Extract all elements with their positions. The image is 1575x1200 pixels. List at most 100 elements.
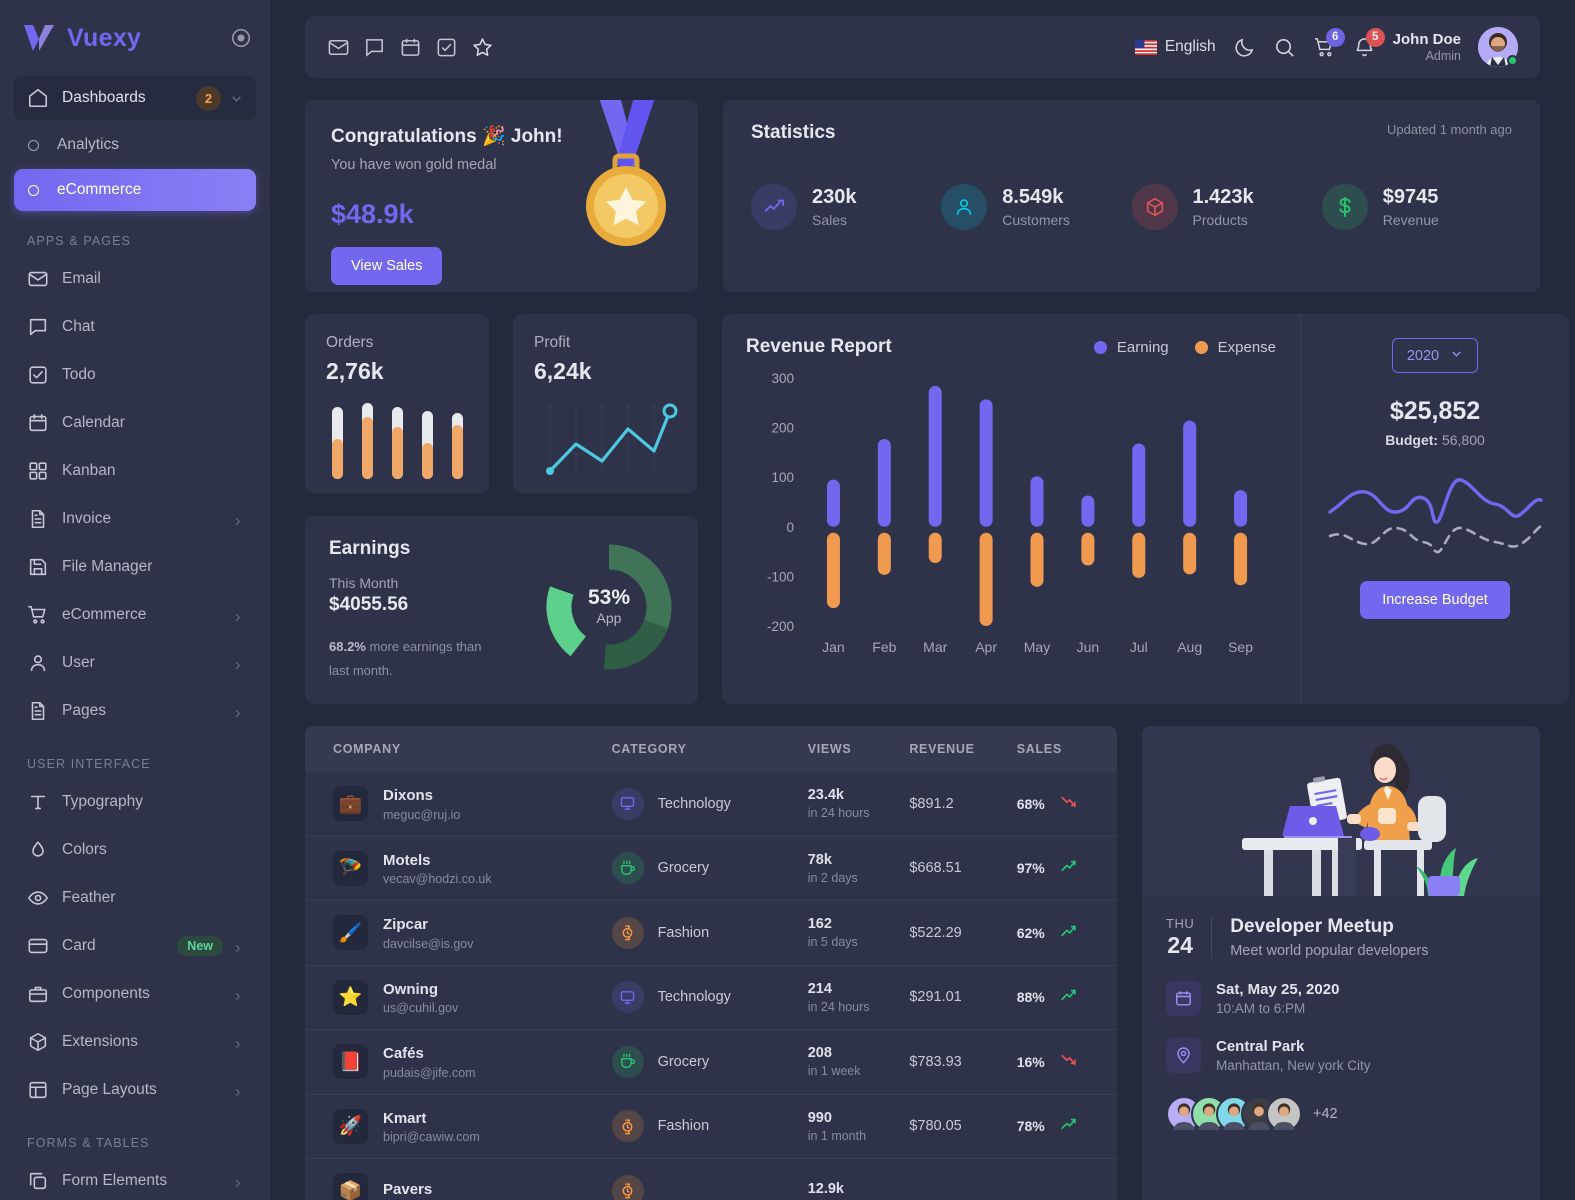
copy-icon bbox=[27, 1170, 49, 1192]
year-select[interactable]: 2020 bbox=[1391, 338, 1479, 373]
views-value: 78k bbox=[807, 851, 832, 868]
views-value: 23.4k bbox=[807, 787, 844, 804]
statistics-items: 230k Sales 8.549k Customers 1.423k Products $9… bbox=[751, 184, 1512, 230]
coffee-icon bbox=[611, 1045, 644, 1078]
bell-badge: 5 bbox=[1365, 27, 1385, 47]
moon-icon[interactable] bbox=[1233, 36, 1256, 59]
chevron-right-icon bbox=[232, 941, 243, 952]
sidebar-item-card[interactable]: Card New bbox=[14, 924, 256, 968]
sidebar-item-label: Page Layouts bbox=[62, 1081, 157, 1098]
sidebar-item-invoice[interactable]: Invoice bbox=[14, 497, 256, 541]
sidebar-label-dashboards: Dashboards bbox=[62, 89, 146, 106]
app-root: Vuexy Dashboards 2 Analytics eCommerce A… bbox=[0, 0, 1575, 1200]
table-row[interactable]: 🚀 Kmart bipri@cawiw.com Fashion 990 in 1 mont… bbox=[305, 1094, 1117, 1159]
earnings-title: Earnings bbox=[329, 538, 411, 559]
mini-cards: Orders 2,76k Profit 6,24k bbox=[305, 314, 698, 493]
stat-value: 230k bbox=[812, 186, 857, 208]
increase-budget-button[interactable]: Increase Budget bbox=[1360, 581, 1510, 619]
sidebar-item-ecommerce[interactable]: eCommerce bbox=[14, 593, 256, 637]
table-row[interactable]: 🖌️ Zipcar davcilse@is.gov Fashion 162 in 5 da… bbox=[305, 900, 1117, 966]
grid-icon bbox=[27, 460, 49, 482]
sidebar-subitem-analytics[interactable]: Analytics bbox=[14, 124, 256, 166]
chevron-right-icon bbox=[232, 706, 243, 717]
sidebar-item-user[interactable]: User bbox=[14, 641, 256, 685]
company-name: Cafés bbox=[383, 1045, 424, 1062]
sidebar-item-page-layouts[interactable]: Page Layouts bbox=[14, 1068, 256, 1112]
sidebar-item-typography[interactable]: Typography bbox=[14, 780, 256, 824]
budget-label: Budget: bbox=[1385, 432, 1439, 448]
watch-icon bbox=[611, 1174, 644, 1200]
gold-medal-icon bbox=[566, 100, 686, 274]
table-row[interactable]: 📕 Cafés pudais@jife.com Grocery 208 in 1 week… bbox=[305, 1029, 1117, 1095]
meetup-date-line1: Sat, May 25, 2020 bbox=[1216, 981, 1340, 998]
circle-target-icon[interactable] bbox=[230, 27, 252, 49]
sidebar-item-colors[interactable]: Colors bbox=[14, 828, 256, 872]
sidebar-subitem-label: Analytics bbox=[57, 136, 120, 153]
search-icon[interactable] bbox=[1273, 36, 1296, 59]
views-value: 990 bbox=[807, 1109, 832, 1126]
sidebar-item-dashboards[interactable]: Dashboards 2 bbox=[14, 76, 256, 120]
message-icon[interactable] bbox=[363, 36, 386, 59]
table-row[interactable]: 🪂 Motels vecav@hodzi.co.uk Grocery 78k in 2 d… bbox=[305, 836, 1117, 901]
table-row[interactable]: 📦 Pavers 12.9k bbox=[305, 1158, 1117, 1200]
sidebar-item-label: Kanban bbox=[62, 462, 116, 479]
sidebar-item-feather[interactable]: Feather bbox=[14, 876, 256, 920]
meetup-dow: THU bbox=[1166, 916, 1195, 931]
views-subtext: in 5 days bbox=[807, 935, 858, 950]
revenue-value: $291.01 bbox=[909, 989, 962, 1006]
sidebar-item-chat[interactable]: Chat bbox=[14, 305, 256, 349]
donut-percent: 53% bbox=[588, 586, 630, 609]
table-header-category: CATEGORY bbox=[611, 726, 808, 772]
views-value: 214 bbox=[807, 980, 832, 997]
mail-icon[interactable] bbox=[327, 36, 350, 59]
calendar-icon[interactable] bbox=[399, 36, 422, 59]
home-icon bbox=[27, 87, 49, 109]
view-sales-button[interactable]: View Sales bbox=[331, 247, 443, 285]
category-name: Fashion bbox=[657, 924, 710, 941]
top-navbar: English 6 5 John Doe Admin bbox=[305, 16, 1540, 78]
monitor-icon bbox=[611, 787, 644, 820]
table-header-company: COMPANY bbox=[305, 726, 612, 772]
brand-name: Vuexy bbox=[67, 23, 142, 52]
avatar[interactable] bbox=[1478, 27, 1518, 67]
sidebar-item-file-manager[interactable]: File Manager bbox=[14, 545, 256, 589]
table-row[interactable]: ⭐ Owning us@cuhil.gov Technology 214 in 24 ho… bbox=[305, 965, 1117, 1030]
company-logo-icon: 📦 bbox=[333, 1173, 368, 1200]
coffee-icon bbox=[611, 852, 644, 885]
sidebar-item-email[interactable]: Email bbox=[14, 257, 256, 301]
company-name: Owning bbox=[383, 980, 438, 998]
bell-icon[interactable]: 5 bbox=[1353, 27, 1385, 59]
meetup-body: THU 24 Developer Meetup Meet world popul… bbox=[1142, 896, 1540, 1132]
sidebar-item-label: Colors bbox=[62, 841, 107, 858]
trending-up-icon bbox=[751, 184, 797, 230]
check-square-icon[interactable] bbox=[435, 36, 458, 59]
attendee-avatar[interactable] bbox=[1266, 1096, 1302, 1132]
meetup-date-block: THU 24 bbox=[1166, 916, 1213, 959]
star-icon[interactable] bbox=[471, 36, 494, 59]
sidebar-item-form-elements[interactable]: Form Elements bbox=[14, 1159, 256, 1200]
woman-at-desk-illustration bbox=[1142, 726, 1540, 896]
sidebar-item-label: Form Elements bbox=[62, 1172, 168, 1189]
svg-text:200: 200 bbox=[771, 421, 794, 436]
profit-value: 6,24k bbox=[534, 358, 592, 384]
sidebar-item-label: Typography bbox=[62, 793, 143, 810]
cart-icon[interactable]: 6 bbox=[1313, 27, 1345, 59]
sidebar-item-extensions[interactable]: Extensions bbox=[14, 1020, 256, 1064]
sidebar-item-components[interactable]: Components bbox=[14, 972, 256, 1016]
revenue-title: Revenue Report bbox=[746, 336, 892, 357]
sidebar-item-calendar[interactable]: Calendar bbox=[14, 401, 256, 445]
sidebar-item-pages[interactable]: Pages bbox=[14, 689, 256, 733]
sidebar-item-kanban[interactable]: Kanban bbox=[14, 449, 256, 493]
language-selector[interactable]: English bbox=[1134, 38, 1216, 56]
budget-amount: $25,852 bbox=[1389, 397, 1481, 425]
sales-percent: 68% bbox=[1016, 795, 1045, 812]
sidebar-item-label: Invoice bbox=[62, 510, 112, 527]
user-meta[interactable]: John Doe Admin bbox=[1393, 31, 1461, 64]
budget-sub: Budget: 56,800 bbox=[1323, 432, 1547, 448]
sidebar-subitem-ecommerce[interactable]: eCommerce bbox=[14, 169, 256, 211]
sidebar-item-todo[interactable]: Todo bbox=[14, 353, 256, 397]
chevron-right-icon bbox=[232, 989, 243, 1000]
company-name: Pavers bbox=[383, 1180, 433, 1198]
views-subtext: in 24 hours bbox=[807, 999, 870, 1014]
table-row[interactable]: 💼 Dixons meguc@ruj.io Technology 23.4k in 24 … bbox=[305, 772, 1117, 837]
